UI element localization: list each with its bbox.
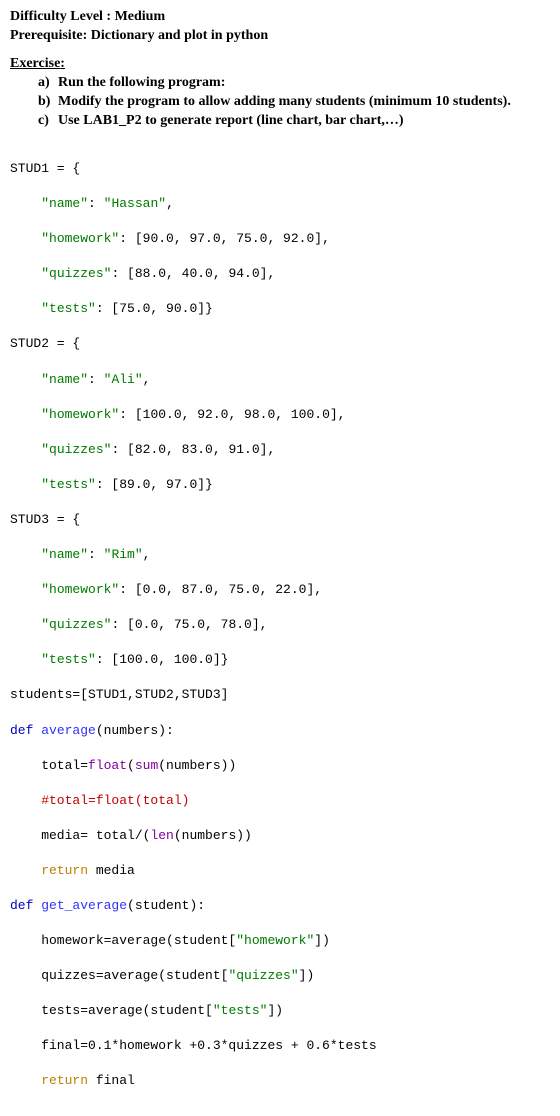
difficulty-line: Difficulty Level : Medium <box>10 8 550 27</box>
code-line: "quizzes": [0.0, 75.0, 78.0], <box>10 616 550 634</box>
code-line: "quizzes": [82.0, 83.0, 91.0], <box>10 441 550 459</box>
prerequisite-line: Prerequisite: Dictionary and plot in pyt… <box>10 27 550 46</box>
code-line: def average(numbers): <box>10 722 550 740</box>
exercise-item-a: a)Run the following program: <box>38 74 550 93</box>
code-line: "name": "Ali", <box>10 371 550 389</box>
code-line: "name": "Rim", <box>10 546 550 564</box>
exercise-list: a)Run the following program: b)Modify th… <box>10 74 550 131</box>
code-line: total=float(sum(numbers)) <box>10 757 550 775</box>
code-line: "tests": [75.0, 90.0]} <box>10 300 550 318</box>
code-line: students=[STUD1,STUD2,STUD3] <box>10 686 550 704</box>
code-line: "homework": [100.0, 92.0, 98.0, 100.0], <box>10 406 550 424</box>
code-line: STUD2 = { <box>10 335 550 353</box>
code-block: STUD1 = { "name": "Hassan", "homework": … <box>10 142 550 1107</box>
code-line: def get_average(student): <box>10 897 550 915</box>
code-line: return media <box>10 862 550 880</box>
code-line: homework=average(student["homework"]) <box>10 932 550 950</box>
code-line: "homework": [0.0, 87.0, 75.0, 22.0], <box>10 581 550 599</box>
code-line: "name": "Hassan", <box>10 195 550 213</box>
code-line: tests=average(student["tests"]) <box>10 1002 550 1020</box>
code-line: #total=float(total) <box>10 792 550 810</box>
code-line: "tests": [89.0, 97.0]} <box>10 476 550 494</box>
code-line: STUD3 = { <box>10 511 550 529</box>
code-line: quizzes=average(student["quizzes"]) <box>10 967 550 985</box>
code-line: return final <box>10 1072 550 1090</box>
code-line: final=0.1*homework +0.3*quizzes + 0.6*te… <box>10 1037 550 1055</box>
exercise-item-c: c)Use LAB1_P2 to generate report (line c… <box>38 112 550 131</box>
code-line: "tests": [100.0, 100.0]} <box>10 651 550 669</box>
code-line: STUD1 = { <box>10 160 550 178</box>
code-line: "homework": [90.0, 97.0, 75.0, 92.0], <box>10 230 550 248</box>
exercise-label: Exercise: <box>10 56 550 72</box>
code-line: "quizzes": [88.0, 40.0, 94.0], <box>10 265 550 283</box>
code-line: media= total/(len(numbers)) <box>10 827 550 845</box>
exercise-item-b: b)Modify the program to allow adding man… <box>38 93 550 112</box>
